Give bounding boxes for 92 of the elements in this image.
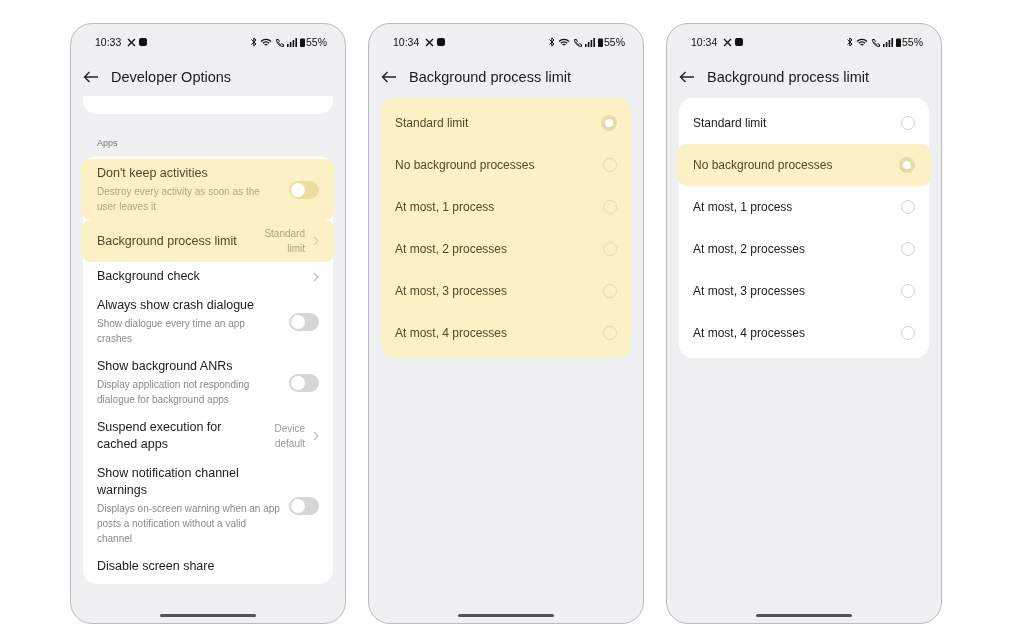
radio-option[interactable]: At most, 2 processes — [381, 228, 631, 270]
page-title: Background process limit — [409, 69, 571, 85]
status-time: 10:34 — [393, 36, 420, 48]
bluetooth-icon — [251, 37, 257, 47]
wifi-icon — [260, 37, 272, 47]
chevron-right-icon — [313, 431, 319, 441]
setting-row[interactable]: Show notification channel warnings Displays on-screen warning when an app posts a notification without a valid channel — [83, 459, 333, 552]
home-indicator[interactable] — [458, 614, 554, 617]
radio-option[interactable]: At most, 1 process — [679, 186, 929, 228]
back-arrow-icon[interactable] — [83, 71, 99, 83]
x-icon — [723, 37, 733, 47]
home-indicator[interactable] — [756, 614, 852, 617]
option-label: At most, 3 processes — [693, 284, 807, 298]
setting-title: Disable screen share — [97, 558, 216, 575]
setting-description: Destroy every activity as soon as the user leaves it — [97, 185, 261, 214]
toggle-switch[interactable] — [289, 180, 319, 199]
phone-call-icon — [871, 37, 880, 47]
signal-icon — [883, 37, 893, 47]
toggle-switch[interactable] — [289, 373, 319, 392]
setting-title: Always show crash dialogue — [97, 297, 256, 314]
setting-title: Show notification channel warnings — [97, 465, 240, 499]
setting-description: Display application not responding dialogue for background apps — [97, 378, 251, 407]
chevron-right-icon — [313, 271, 319, 282]
setting-row[interactable]: Don't keep activities Destroy every activity as soon as the user leaves it — [81, 159, 335, 220]
radio-button[interactable] — [899, 157, 915, 173]
option-label: At most, 1 process — [395, 200, 496, 214]
x-icon — [425, 37, 435, 47]
phone-call-icon — [275, 37, 284, 47]
radio-option[interactable]: Standard limit — [679, 102, 929, 144]
setting-row[interactable]: Background process limit Standard limit — [81, 220, 335, 262]
radio-option[interactable]: At most, 4 processes — [381, 312, 631, 354]
radio-option[interactable]: Standard limit — [381, 102, 631, 144]
option-label: At most, 2 processes — [395, 242, 509, 256]
bluetooth-icon — [549, 37, 555, 47]
option-label: At most, 4 processes — [693, 326, 807, 340]
page-title: Developer Options — [111, 69, 232, 85]
back-arrow-icon[interactable] — [381, 71, 397, 83]
radio-option[interactable]: No background processes — [677, 144, 931, 186]
phone-call-icon — [573, 37, 582, 47]
bluetooth-icon — [847, 37, 853, 47]
wifi-icon — [856, 37, 868, 47]
setting-row[interactable]: Show background ANRs Display application not responding dialogue for background apps — [83, 352, 333, 413]
app-notification-icon — [139, 38, 148, 46]
setting-value: Device default — [273, 422, 305, 451]
battery-percent: 55% — [902, 36, 923, 48]
setting-value: Standard limit — [263, 227, 305, 256]
back-arrow-icon[interactable] — [679, 71, 695, 83]
setting-title: Suspend execution for cached apps — [97, 419, 223, 453]
status-time: 10:34 — [691, 36, 718, 48]
option-label: At most, 4 processes — [395, 326, 509, 340]
setting-row[interactable]: Suspend execution for cached apps Device default — [83, 413, 333, 459]
app-notification-icon — [437, 38, 446, 46]
option-label: At most, 3 processes — [395, 284, 509, 298]
option-label: At most, 2 processes — [693, 242, 807, 256]
battery-icon — [896, 37, 901, 47]
setting-description: Displays on-screen warning when an app posts a notification without a valid channel — [97, 502, 281, 546]
setting-title: Background process limit — [97, 232, 238, 250]
battery-icon — [300, 37, 305, 47]
radio-button[interactable] — [601, 115, 617, 131]
status-time: 10:33 — [95, 36, 122, 48]
radio-option[interactable]: At most, 3 processes — [381, 270, 631, 312]
option-label: No background processes — [693, 158, 834, 172]
app-notification-icon — [735, 38, 744, 46]
option-label: Standard limit — [395, 116, 470, 130]
setting-row[interactable]: Background check — [83, 262, 333, 291]
radio-option[interactable]: At most, 3 processes — [679, 270, 929, 312]
home-indicator[interactable] — [160, 614, 256, 617]
battery-percent: 55% — [604, 36, 625, 48]
page-title: Background process limit — [707, 69, 869, 85]
setting-title: Don't keep activities — [97, 165, 209, 182]
battery-percent: 55% — [306, 36, 327, 48]
setting-row[interactable]: Disable screen share — [83, 552, 333, 581]
setting-title: Show background ANRs — [97, 358, 234, 375]
x-icon — [127, 37, 137, 47]
setting-description: Show dialogue every time an app crashes — [97, 317, 246, 346]
section-label: Apps — [96, 137, 119, 150]
signal-icon — [287, 37, 297, 47]
radio-option[interactable]: At most, 2 processes — [679, 228, 929, 270]
battery-icon — [598, 37, 603, 47]
toggle-switch[interactable] — [289, 312, 319, 331]
toggle-switch[interactable] — [289, 496, 319, 515]
chevron-right-icon — [313, 236, 319, 246]
setting-title: Background check — [97, 268, 201, 285]
signal-icon — [585, 37, 595, 47]
radio-option[interactable]: No background processes — [381, 144, 631, 186]
setting-row[interactable]: Always show crash dialogue Show dialogue every time an app crashes — [83, 291, 333, 352]
option-label: Standard limit — [693, 116, 768, 130]
option-label: At most, 1 process — [693, 200, 794, 214]
wifi-icon — [558, 37, 570, 47]
option-label: No background processes — [395, 158, 536, 172]
radio-option[interactable]: At most, 1 process — [381, 186, 631, 228]
radio-option[interactable]: At most, 4 processes — [679, 312, 929, 354]
